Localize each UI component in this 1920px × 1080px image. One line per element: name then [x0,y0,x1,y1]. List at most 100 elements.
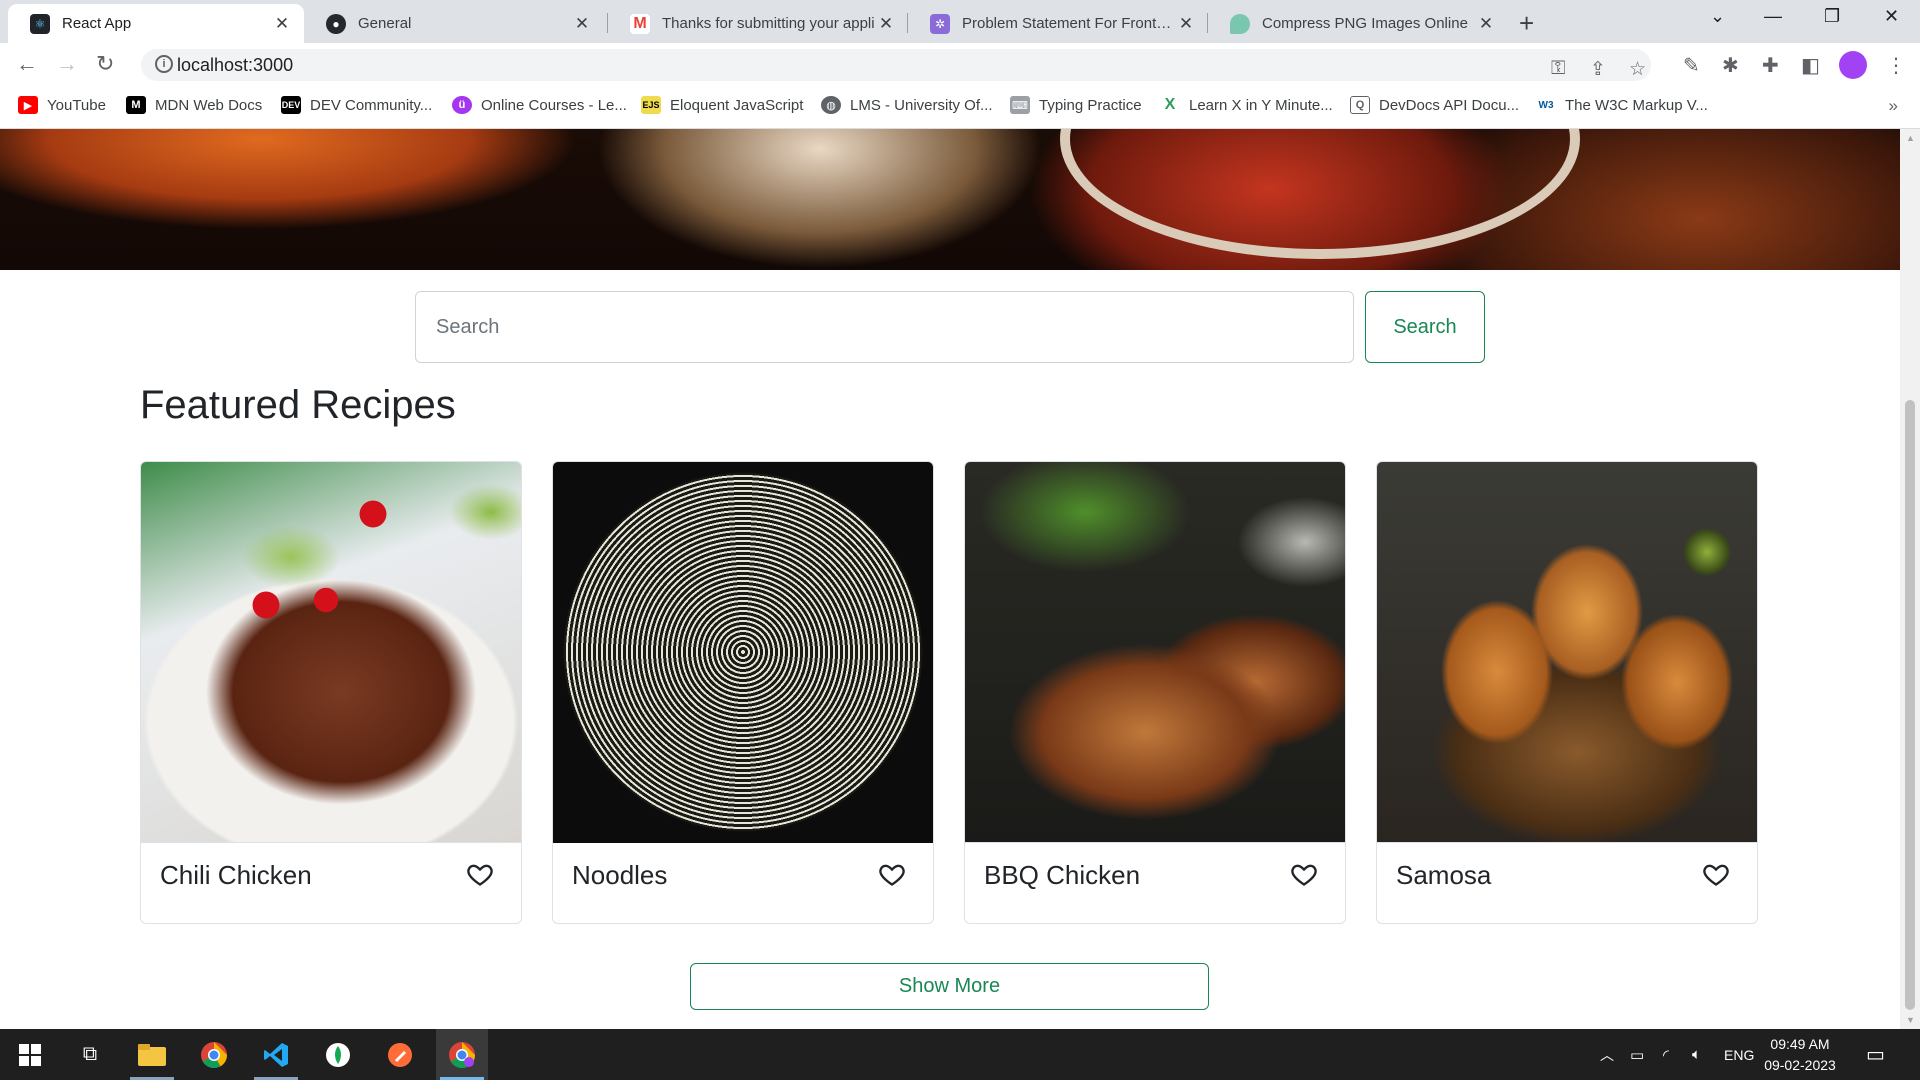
youtube-icon: ▶ [18,96,38,114]
site-info-icon[interactable]: i [155,55,173,73]
bookmark-devdocs[interactable]: Q DevDocs API Docu... [1350,96,1519,114]
pen-extension-icon[interactable]: ✎ [1683,53,1700,78]
share-icon[interactable]: ⇪ [1590,58,1606,81]
tab-title: Problem Statement For Frontend [962,15,1176,32]
keyboard-icon: ⌨ [1010,96,1030,114]
bookmark-star-icon[interactable]: ☆ [1629,58,1646,81]
recipe-name: Chili Chicken [160,860,312,890]
recipe-card[interactable]: Chili Chicken [140,461,522,924]
bookmark-eloquent-js[interactable]: EJS Eloquent JavaScript [641,96,803,114]
github-icon: ● [326,13,346,34]
wifi-icon[interactable]: ◜ [1663,1029,1669,1080]
menu-kebab-icon[interactable]: ⋮ [1886,53,1906,78]
vscode-icon[interactable] [250,1029,302,1080]
tinypng-icon [1230,13,1250,34]
recipe-image [553,462,933,843]
bookmark-youtube[interactable]: ▶ YouTube [18,96,106,114]
tab-react-app[interactable]: ⚛ React App ✕ [8,4,304,43]
recipe-name: Samosa [1396,860,1492,890]
close-tab-icon[interactable]: ✕ [876,14,896,34]
key-icon[interactable]: ⚿ [1551,58,1565,80]
volume-icon[interactable]: 🔈︎ [1692,1029,1701,1080]
tab-general[interactable]: ● General ✕ [304,4,604,43]
bookmark-label: Typing Practice [1039,96,1142,114]
dev-icon: DEV [281,96,301,114]
devdocs-icon: Q [1350,96,1370,114]
heart-icon[interactable] [1290,860,1318,888]
url-text: localhost:3000 [177,55,294,75]
tab-problem-statement[interactable]: ✲ Problem Statement For Frontend ✕ [908,4,1208,43]
minimize-icon[interactable]: — [1764,6,1782,27]
scroll-up-arrow-icon[interactable]: ▲ [1906,133,1915,143]
side-panel-icon[interactable]: ◧ [1801,53,1820,78]
tab-gmail[interactable]: M Thanks for submitting your appli ✕ [608,4,908,43]
system-clock[interactable]: 09:49 AM 09-02-2023 [1745,1034,1855,1076]
heart-icon[interactable] [1702,860,1730,888]
forward-icon[interactable]: → [56,51,78,77]
bookmark-typing-practice[interactable]: ⌨ Typing Practice [1010,96,1142,114]
tab-search-icon[interactable]: ⌄ [1710,6,1725,27]
tab-strip: ⚛ React App ✕ ● General ✕ M Thanks for s… [0,0,1920,43]
react-icon: ⚛ [30,13,50,34]
app-icon: ✲ [930,13,950,34]
bookmark-label: YouTube [47,96,106,114]
bug-extension-icon[interactable]: ✱ [1722,53,1739,78]
w3c-icon: W3 [1536,96,1556,114]
bookmark-lms[interactable]: ◍ LMS - University Of... [821,96,993,114]
more-bookmarks-icon[interactable]: » [1889,96,1898,116]
chrome-profile-icon[interactable] [436,1029,488,1080]
close-tab-icon[interactable]: ✕ [1476,14,1496,34]
restore-icon[interactable]: ❐ [1824,6,1840,27]
tab-title: General [358,15,412,32]
page-scrollbar[interactable]: ▲ ▼ [1900,129,1920,1029]
bookmark-online-courses[interactable]: ü Online Courses - Le... [452,96,627,114]
show-hidden-icons[interactable]: ︿ [1600,1029,1614,1080]
scroll-down-arrow-icon[interactable]: ▼ [1906,1015,1915,1025]
heart-icon[interactable] [878,860,906,888]
search-form: Search [415,291,1485,363]
udemy-icon: ü [452,96,472,114]
ejs-icon: EJS [641,96,661,114]
close-tab-icon[interactable]: ✕ [272,14,292,34]
reload-icon[interactable]: ↻ [96,51,114,77]
show-more-button[interactable]: Show More [690,963,1209,1010]
recipe-name: BBQ Chicken [984,860,1141,890]
battery-icon[interactable]: ▭ [1630,1029,1644,1080]
extensions-icon[interactable]: ✚ [1762,53,1779,78]
search-button[interactable]: Search [1365,291,1485,363]
close-tab-icon[interactable]: ✕ [572,14,592,34]
close-tab-icon[interactable]: ✕ [1176,14,1196,34]
windows-start-icon[interactable] [4,1029,56,1080]
bookmark-mdn[interactable]: M MDN Web Docs [126,96,262,114]
new-tab-button[interactable]: + [1519,8,1534,39]
windows-taskbar: ⧉ ︿ ▭ ◜ 🔈︎ ENG 09:49 AM 09-02-2023 ▭ [0,1029,1920,1080]
recipe-image [965,462,1345,843]
bookmark-learn-x[interactable]: X Learn X in Y Minute... [1160,96,1333,114]
bookmark-dev[interactable]: DEV DEV Community... [281,96,432,114]
task-view-icon[interactable]: ⧉ [64,1029,116,1080]
heart-icon[interactable] [466,860,494,888]
recipe-card[interactable]: Samosa [1376,461,1758,924]
close-window-icon[interactable]: ✕ [1884,6,1899,27]
profile-avatar[interactable] [1839,51,1867,79]
tab-title: Compress PNG Images Online [1262,15,1468,32]
recipe-card[interactable]: BBQ Chicken [964,461,1346,924]
bookmark-label: Eloquent JavaScript [670,96,804,114]
gmail-icon: M [630,13,650,34]
chrome-icon[interactable] [188,1029,240,1080]
file-explorer-icon[interactable] [126,1029,178,1080]
search-input[interactable] [415,291,1354,363]
tab-compress-png[interactable]: Compress PNG Images Online ✕ [1208,4,1508,43]
bookmark-w3c[interactable]: W3 The W3C Markup V... [1536,96,1708,114]
recipe-card[interactable]: Noodles [552,461,934,924]
bookmark-label: DEV Community... [310,96,433,114]
address-bar[interactable]: i localhost:3000 ⚿ ⇪ ☆ [141,49,1651,81]
postman-icon[interactable] [374,1029,426,1080]
clock-time: 09:49 AM [1770,1036,1830,1052]
back-icon[interactable]: ← [16,51,38,77]
scrollbar-thumb[interactable] [1905,400,1915,1010]
notifications-icon[interactable]: ▭ [1866,1029,1885,1080]
clock-date: 09-02-2023 [1764,1057,1836,1073]
bookmark-label: DevDocs API Docu... [1379,96,1520,114]
mongodb-compass-icon[interactable] [312,1029,364,1080]
